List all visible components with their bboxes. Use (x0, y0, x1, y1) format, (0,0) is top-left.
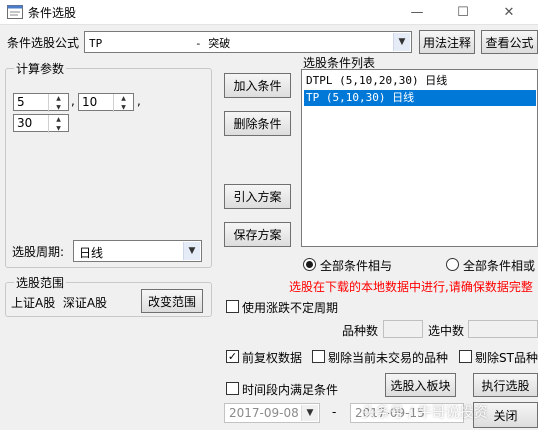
param-separator: , (71, 94, 75, 108)
and-radio[interactable] (303, 258, 316, 271)
maximize-button[interactable]: ☐ (440, 0, 486, 25)
conditions-list[interactable]: DTPL (5,10,20,30) 日线 TP (5,10,30) 日线 (301, 69, 538, 247)
param-separator: , (137, 94, 141, 108)
minimize-button[interactable]: — (394, 0, 440, 25)
exclude-st-checkbox[interactable] (459, 350, 472, 363)
import-plan-button[interactable]: 引入方案 (224, 184, 291, 209)
change-scope-button[interactable]: 改变范围 (141, 289, 203, 313)
hit-label: 选中数 (428, 324, 465, 338)
delete-condition-button[interactable]: 删除条件 (224, 111, 291, 136)
date-from-value: 2017-09-08 (229, 406, 299, 420)
exclude-st-label: 剔除ST品种 (475, 351, 538, 365)
param-2-input[interactable]: 10 ▲ ▼ (78, 93, 134, 112)
condition-item-selected[interactable]: TP (5,10,30) 日线 (304, 90, 536, 106)
close-window-button[interactable]: ✕ (486, 0, 532, 25)
param-2-spinner[interactable]: ▲ ▼ (113, 94, 133, 112)
use-rise-fall-label: 使用涨跌不定周期 (242, 301, 339, 315)
param-1-value: 5 (17, 95, 25, 109)
view-formula-button[interactable]: 查看公式 (481, 30, 538, 54)
period-select[interactable]: 日线 ▼ (73, 240, 202, 262)
param-1-input[interactable]: 5 ▲ ▼ (13, 93, 69, 112)
param-3-input[interactable]: 30 ▲ ▼ (13, 114, 69, 133)
app-icon (7, 5, 23, 19)
usage-notes-button[interactable]: 用法注释 (419, 30, 475, 54)
chevron-down-icon[interactable]: ▼ (301, 405, 318, 421)
scope-legend: 选股范围 (14, 274, 67, 291)
count-label: 品种数 (342, 324, 379, 338)
formula-select[interactable]: TP - 突破 ▼ (84, 31, 412, 53)
watermark-text: 头条号 / 牛哥说投资 (362, 405, 488, 421)
fq-label: 前复权数据 (242, 351, 303, 365)
hit-field (468, 320, 538, 338)
formula-select-value: TP - 突破 (89, 37, 231, 50)
add-to-block-button[interactable]: 选股入板块 (385, 373, 456, 397)
param-3-value: 30 (17, 116, 33, 130)
condition-item[interactable]: DTPL (5,10,20,30) 日线 (304, 73, 536, 89)
params-legend: 计算参数 (14, 60, 67, 77)
notice-text: 选股在下载的本地数据中进行,请确保数据完整 (289, 280, 533, 294)
chevron-down-icon[interactable]: ▼ (393, 33, 410, 51)
param-1-spinner[interactable]: ▲ ▼ (48, 94, 68, 112)
or-radio-label: 全部条件相或 (463, 259, 536, 273)
period-cond-label: 时间段内满足条件 (242, 383, 339, 397)
or-radio[interactable] (446, 258, 459, 271)
param-3-spinner[interactable]: ▲ ▼ (48, 115, 68, 133)
save-plan-button[interactable]: 保存方案 (224, 222, 291, 247)
period-label: 选股周期: (12, 245, 65, 259)
exclude-untraded-checkbox[interactable] (312, 350, 325, 363)
scope-markets: 上证A股 深证A股 (11, 296, 108, 310)
period-cond-checkbox[interactable] (226, 382, 239, 395)
exclude-untraded-label: 剔除当前未交易的品种 (328, 351, 449, 365)
param-2-value: 10 (82, 95, 98, 109)
window-title: 条件选股 (28, 6, 77, 20)
count-field (383, 320, 423, 338)
formula-label: 条件选股公式 (7, 36, 80, 50)
period-value: 日线 (79, 246, 104, 260)
date-separator: - (332, 405, 337, 419)
add-condition-button[interactable]: 加入条件 (224, 73, 291, 98)
check-icon: ✓ (227, 350, 238, 363)
date-from-picker[interactable]: 2017-09-08 ▼ (224, 403, 320, 423)
and-radio-label: 全部条件相与 (320, 259, 393, 273)
run-selection-button[interactable]: 执行选股 (473, 373, 538, 397)
use-rise-fall-checkbox[interactable] (226, 300, 239, 313)
chevron-down-icon[interactable]: ▼ (183, 242, 200, 260)
fq-checkbox[interactable]: ✓ (226, 350, 239, 363)
